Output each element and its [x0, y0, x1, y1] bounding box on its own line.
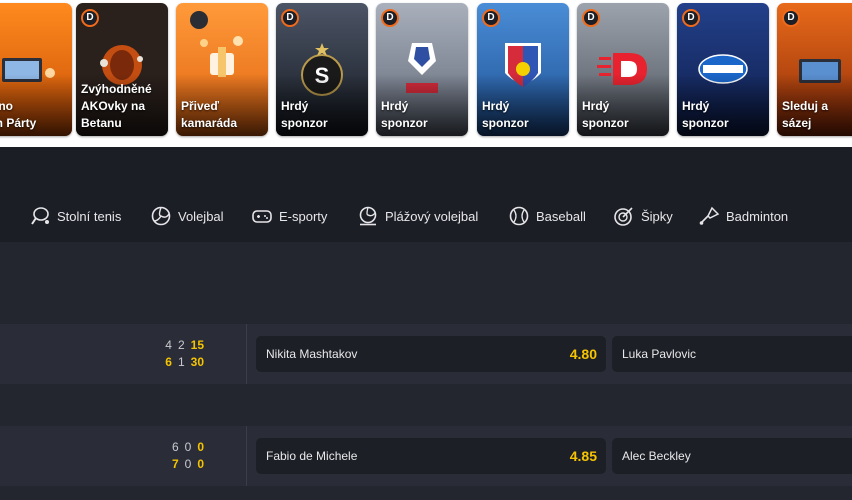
header-bar: [0, 147, 852, 190]
promo-card-label: Sleduj a sázej: [782, 99, 829, 130]
score-row: 6 0 0: [148, 439, 204, 456]
score-set: 6: [171, 440, 179, 454]
promo-card-dynamo[interactable]: D Hrdý sponzor: [577, 3, 669, 136]
promo-card-label: Hrdý sponzor: [381, 99, 428, 130]
sports-nav-label: Baseball: [536, 208, 586, 224]
scoreboard: 6 0 0 7 0 0: [148, 439, 204, 473]
promo-card-sparta[interactable]: S D Hrdý sponzor: [276, 3, 368, 136]
promo-strip: cano tch Párty D Zvýhodněné AKOvky na Be…: [0, 0, 852, 147]
sports-nav-item-darts[interactable]: Šipky: [613, 205, 673, 227]
d-logo-icon: D: [582, 9, 600, 27]
sports-nav: l Stolní tenis Volejbal E-sporty: [0, 190, 852, 242]
volleyball-icon: [151, 206, 171, 226]
player-name: Luka Pavlovic: [622, 347, 697, 361]
promo-card-viktoria-plzen[interactable]: D Hrdý sponzor: [477, 3, 569, 136]
score-game: 1: [177, 355, 185, 369]
promo-card-label: Hrdý sponzor: [682, 99, 729, 130]
score-point: 15: [190, 338, 204, 352]
score-set: 7: [171, 457, 179, 471]
badminton-icon: [699, 206, 720, 225]
promo-card-sleduj-a-sazej[interactable]: D Sleduj a sázej: [777, 3, 852, 136]
promo-card-label: Přiveď kamaráda: [181, 99, 238, 130]
scoreboard: 4 2 15 6 1 30: [148, 337, 204, 371]
d-logo-icon: D: [281, 9, 299, 27]
sports-nav-label: Šipky: [641, 208, 673, 224]
beach-volleyball-icon: [359, 206, 377, 226]
player-name: Nikita Mashtakov: [266, 347, 358, 361]
odds-button-player2[interactable]: Luka Pavlovic: [612, 336, 852, 372]
sports-nav-item-beach-volleyball[interactable]: Plážový volejbal: [357, 205, 478, 227]
score-point: 0: [197, 457, 204, 471]
d-logo-icon: D: [682, 9, 700, 27]
promo-card-label: Zvýhodněné AKOvky na Betanu: [81, 82, 152, 130]
sports-nav-label: Plážový volejbal: [385, 208, 479, 224]
sports-nav-item-badminton[interactable]: Badminton: [698, 205, 788, 227]
promo-card-cesky-hokej[interactable]: D Hrdý sponzor: [376, 3, 468, 136]
promo-card-akovky[interactable]: D Zvýhodněné AKOvky na Betanu: [76, 3, 168, 136]
promo-card-privet-kamarada[interactable]: Přiveď kamaráda: [176, 3, 268, 136]
score-game: 0: [184, 440, 192, 454]
section-header: [0, 242, 852, 324]
sports-nav-label: Volejbal: [178, 208, 224, 224]
score-game: 2: [177, 338, 185, 352]
gamepad-icon: [252, 210, 272, 223]
score-game: 0: [184, 457, 192, 471]
d-logo-icon: D: [81, 9, 99, 27]
score-set: 6: [165, 355, 172, 369]
odds-value: 4.85: [569, 448, 597, 464]
row-separator: [0, 384, 852, 426]
player-name: Fabio de Michele: [266, 449, 358, 463]
row-separator: [0, 486, 852, 500]
promo-card-watch-party[interactable]: cano tch Párty: [0, 3, 72, 136]
player-name: Alec Beckley: [622, 449, 691, 463]
promo-card-label: Hrdý sponzor: [281, 99, 328, 130]
odds-button-player1[interactable]: Nikita Mashtakov 4.80: [256, 336, 606, 372]
darts-icon: [614, 207, 633, 226]
d-logo-icon: D: [381, 9, 399, 27]
sports-nav-label: E-sporty: [279, 208, 328, 224]
table-tennis-icon: [31, 207, 49, 225]
sports-nav-item-volleyball[interactable]: Volejbal: [150, 205, 224, 227]
score-point: 0: [197, 440, 204, 454]
promo-card-label: Hrdý sponzor: [482, 99, 529, 130]
promo-card-label: cano tch Párty: [0, 99, 37, 130]
score-row: 7 0 0: [148, 456, 204, 473]
sports-nav-label: Stolní tenis: [57, 208, 122, 224]
sports-nav-item-baseball[interactable]: Baseball: [508, 205, 586, 227]
sports-nav-item-table-tennis[interactable]: Stolní tenis: [29, 205, 121, 227]
promo-card-label: Hrdý sponzor: [582, 99, 629, 130]
d-logo-icon: D: [482, 9, 500, 27]
sports-nav-label: Badminton: [726, 208, 789, 224]
sports-nav-item-esports[interactable]: E-sporty: [251, 205, 327, 227]
match-row[interactable]: 4 2 15 6 1 30 Nikita Mashtakov 4.80 Luka…: [0, 324, 852, 384]
score-row: 6 1 30: [148, 354, 204, 371]
d-logo-icon: D: [782, 9, 800, 27]
odds-button-player2[interactable]: Alec Beckley: [612, 438, 852, 474]
score-row: 4 2 15: [148, 337, 204, 354]
odds-button-player1[interactable]: Fabio de Michele 4.85: [256, 438, 606, 474]
odds-value: 4.80: [569, 346, 597, 362]
match-row[interactable]: 6 0 0 7 0 0 Fabio de Michele 4.85 Alec B…: [0, 426, 852, 486]
baseball-icon: [509, 206, 529, 226]
score-point: 30: [190, 355, 204, 369]
promo-card-kometa[interactable]: D Hrdý sponzor: [677, 3, 769, 136]
score-set: 4: [165, 338, 172, 352]
